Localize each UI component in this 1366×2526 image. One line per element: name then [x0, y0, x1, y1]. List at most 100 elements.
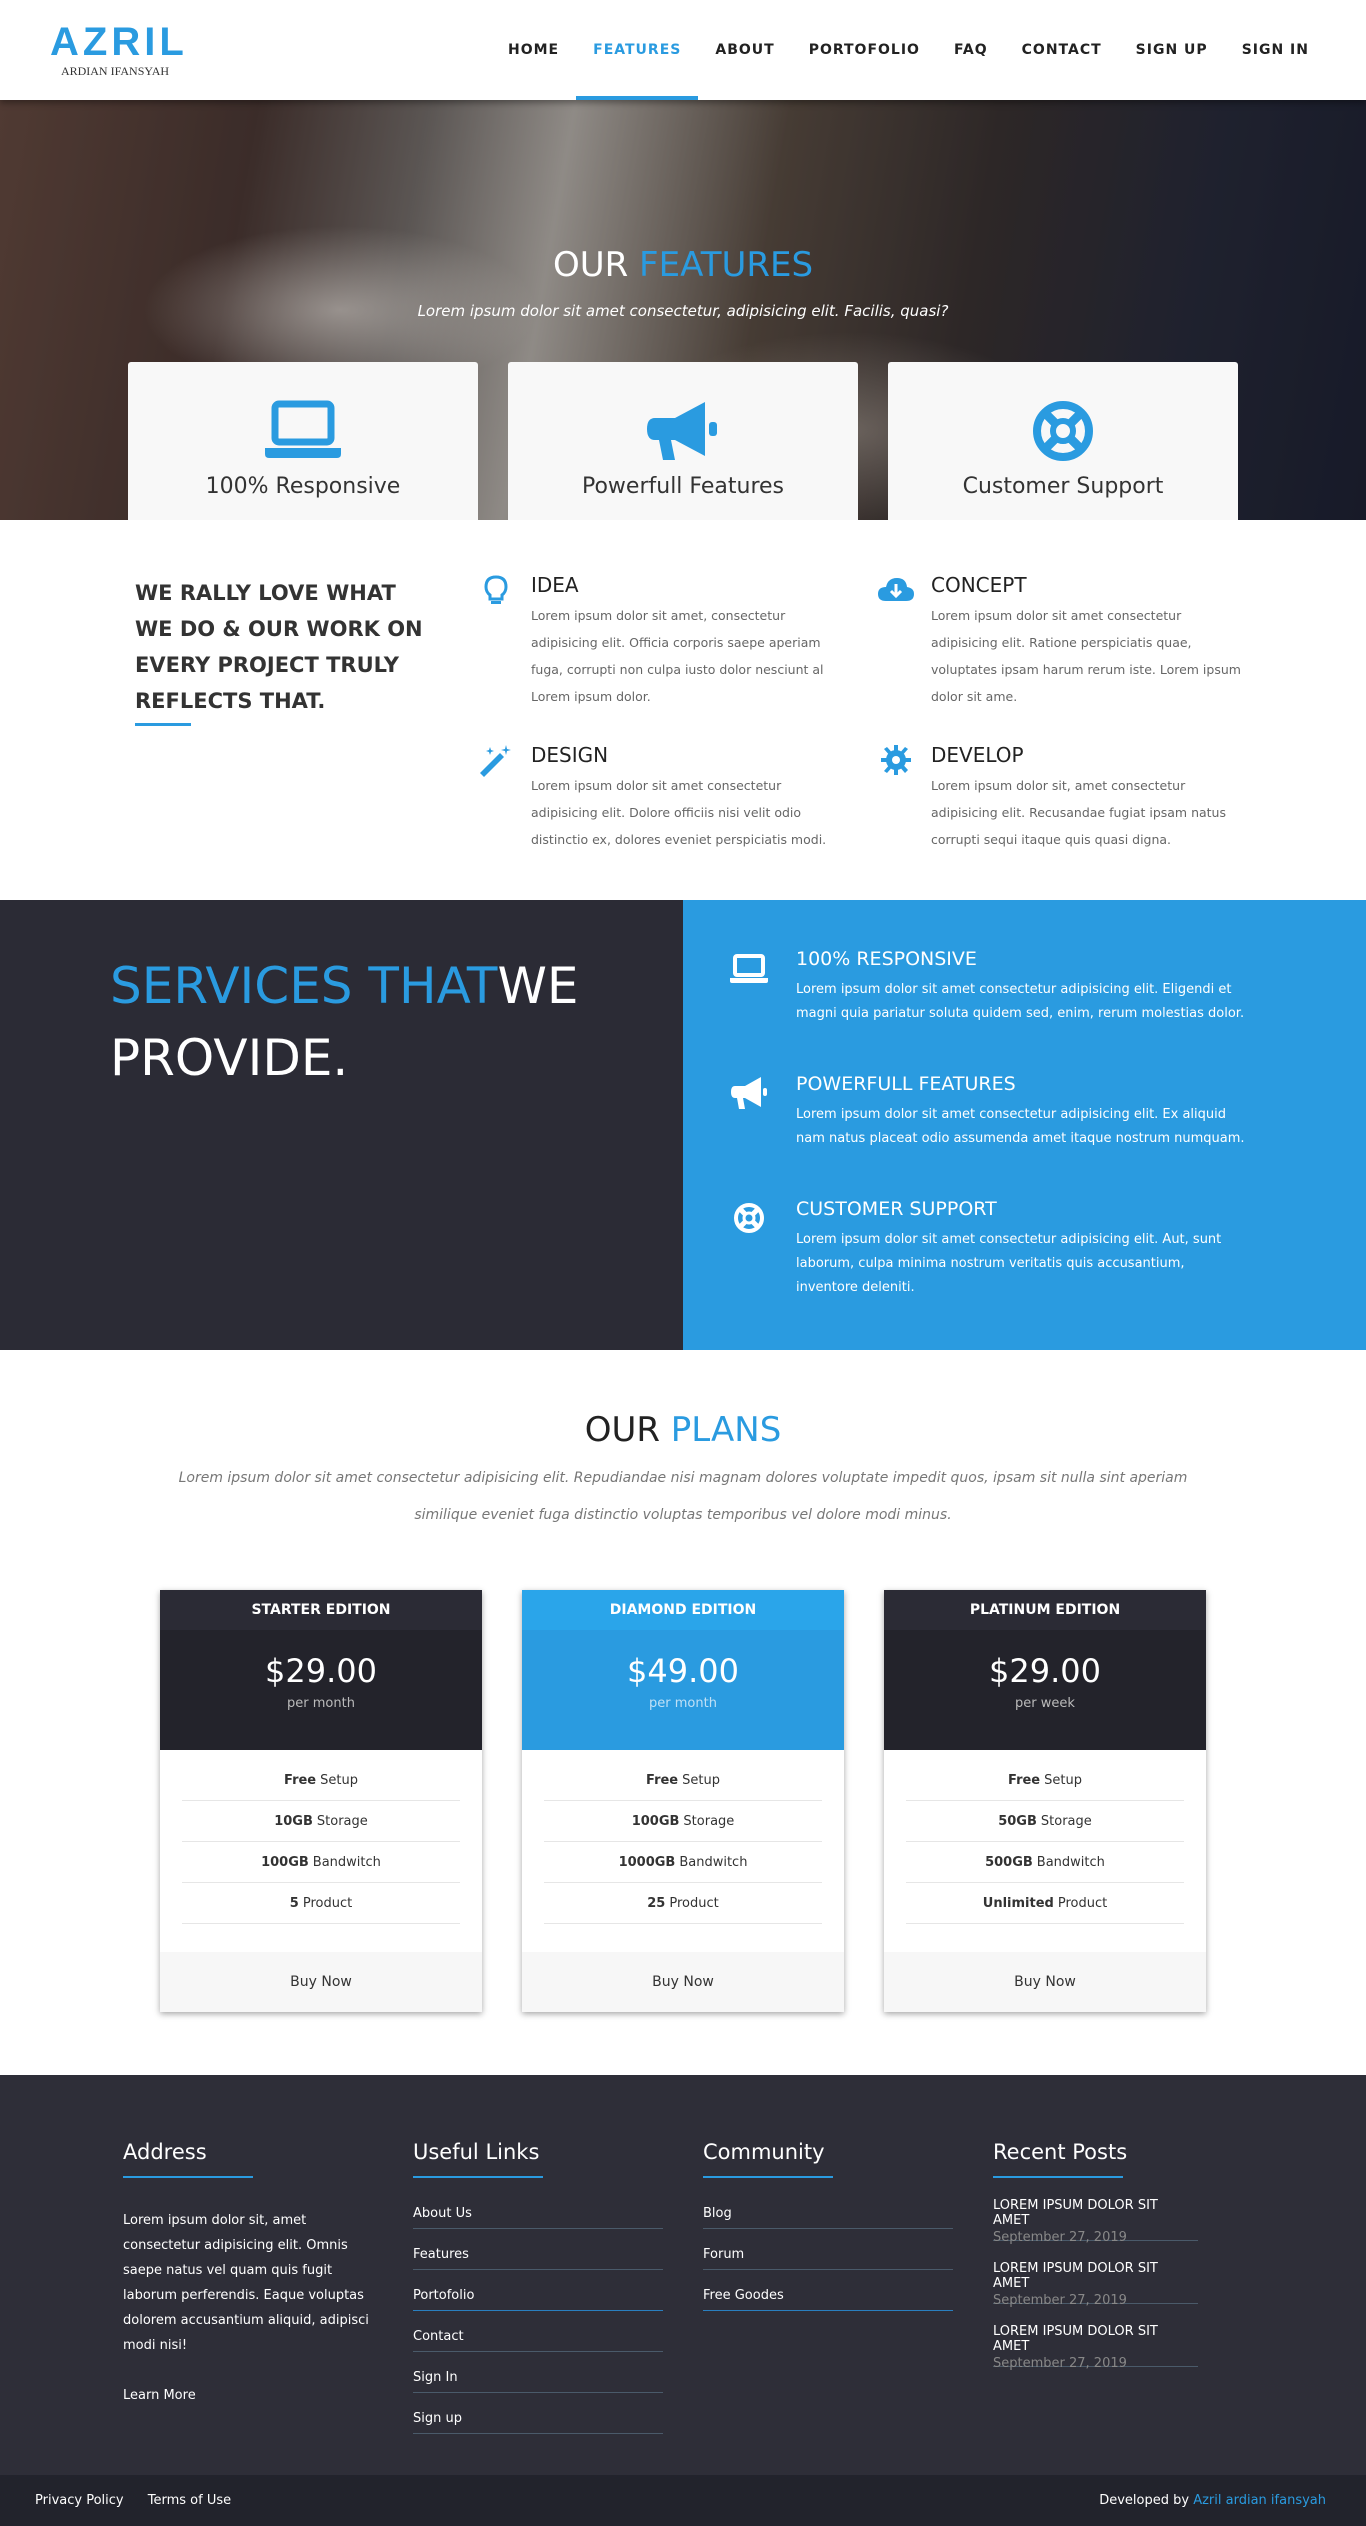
plans-title-prefix: OUR — [584, 1410, 660, 1450]
about-heading-underline — [135, 723, 191, 726]
cloud-download-icon — [878, 578, 914, 601]
buy-now-button[interactable]: Buy Now — [522, 1952, 844, 2012]
about-item-text: Lorem ipsum dolor sit amet consectetur a… — [531, 778, 827, 847]
plan-features: Free Setup 50GB Storage 500GB Bandwitch Unl… — [884, 1750, 1206, 1952]
learn-more-link[interactable]: Learn More — [123, 2388, 373, 2403]
megaphone-icon — [731, 1077, 767, 1109]
plans-section: OUR PLANS Lorem ipsum dolor sit amet con… — [0, 1350, 1366, 2075]
developer-link[interactable]: Azril ardian ifansyah — [1193, 2493, 1326, 2508]
plan-feature: 25 Product — [544, 1883, 822, 1924]
plan-feature-value: 50GB — [998, 1813, 1037, 1829]
nav-sign-up[interactable]: SIGN UP — [1119, 0, 1225, 100]
plan-cards: STARTER EDITION $29.00 per month Free Set… — [160, 1590, 1206, 2012]
footer-recent-posts: Recent Posts LOREM IPSUM DOLOR SIT AMET … — [993, 2140, 1243, 2371]
about-item-title: DEVELOP — [931, 743, 1024, 767]
footer-address-text: Lorem ipsum dolor sit, amet consectetur … — [123, 2213, 369, 2353]
nav-about[interactable]: ABOUT — [698, 0, 791, 100]
footer-address: Address Lorem ipsum dolor sit, amet cons… — [123, 2140, 373, 2403]
nav-features[interactable]: FEATURES — [576, 0, 699, 100]
plan-feature: 500GB Bandwitch — [906, 1842, 1184, 1883]
footer-heading-underline — [413, 2176, 543, 2178]
service-item-text: Lorem ipsum dolor sit amet consectetur a… — [796, 1232, 1222, 1295]
buy-now-button[interactable]: Buy Now — [884, 1952, 1206, 2012]
about-heading: WE RALLY LOVE WHAT WE DO & OUR WORK ON E… — [135, 581, 423, 713]
feature-card-responsive: 100% Responsive — [128, 362, 478, 520]
brand-logo[interactable]: AZRIL ARDIAN IFANSYAH — [50, 20, 188, 79]
service-item-support: CUSTOMER SUPPORT Lorem ipsum dolor sit a… — [728, 1198, 1248, 1300]
footer-link-sign-in[interactable]: Sign In — [413, 2352, 663, 2393]
recent-post-date: September 27, 2019 — [993, 2356, 1127, 2371]
plan-feature: Free Setup — [906, 1760, 1184, 1801]
recent-post[interactable]: LOREM IPSUM DOLOR SIT AMET September 27,… — [993, 2241, 1198, 2308]
about-item-text: Lorem ipsum dolor sit amet consectetur a… — [931, 608, 1241, 704]
recent-post[interactable]: LOREM IPSUM DOLOR SIT AMET September 27,… — [993, 2304, 1198, 2371]
features-title: OUR FEATURES — [0, 245, 1366, 285]
service-item-text: Lorem ipsum dolor sit amet consectetur a… — [796, 982, 1245, 1021]
plan-feature-value: 500GB — [985, 1854, 1033, 1870]
nav-contact[interactable]: CONTACT — [1005, 0, 1119, 100]
about-item-concept: CONCEPT Lorem ipsum dolor sit amet conse… — [878, 573, 1251, 710]
plan-feature-value: 25 — [647, 1895, 666, 1911]
about-item-idea: IDEA Lorem ipsum dolor sit amet, consect… — [484, 573, 851, 710]
brand-subtitle: ARDIAN IFANSYAH — [60, 64, 170, 78]
plan-feature-label: Setup — [320, 1772, 358, 1788]
nav-portofolio[interactable]: PORTOFOLIO — [792, 0, 937, 100]
service-item-title: POWERFULL FEATURES — [796, 1073, 1016, 1095]
plan-feature-label: Storage — [316, 1813, 368, 1829]
plan-feature-label: Product — [302, 1895, 353, 1911]
footer-heading: Useful Links — [413, 2140, 540, 2164]
plan-feature-label: Storage — [1040, 1813, 1092, 1829]
legal-links: Privacy Policy Terms of Use — [35, 2493, 251, 2508]
service-item-title: CUSTOMER SUPPORT — [796, 1198, 997, 1220]
brand-name: AZRIL — [50, 20, 188, 64]
nav-home[interactable]: HOME — [491, 0, 576, 100]
buy-now-button[interactable]: Buy Now — [160, 1952, 482, 2012]
plan-feature-label: Bandwitch — [1036, 1854, 1105, 1870]
nav-sign-in[interactable]: SIGN IN — [1225, 0, 1326, 100]
plan-price: $29.00 — [265, 1652, 377, 1690]
plan-feature-label: Bandwitch — [312, 1854, 381, 1870]
feature-cards: 100% Responsive Powerfull Features Custo… — [128, 362, 1238, 520]
plan-feature: 1000GB Bandwitch — [544, 1842, 822, 1883]
footer-link-features[interactable]: Features — [413, 2229, 663, 2270]
footer-heading: Address — [123, 2140, 207, 2164]
plan-card-diamond: DIAMOND EDITION $49.00 per month Free Set… — [522, 1590, 844, 2012]
plan-features: Free Setup 100GB Storage 1000GB Bandwitch 2… — [522, 1750, 844, 1952]
plan-feature-label: Product — [1057, 1895, 1108, 1911]
footer-link-blog[interactable]: Blog — [703, 2188, 953, 2229]
plan-card-starter: STARTER EDITION $29.00 per month Free Set… — [160, 1590, 482, 2012]
footer-community: Community Blog Forum Free Goodes — [703, 2140, 953, 2311]
developer-credit-prefix: Developed by — [1099, 2493, 1190, 2508]
plan-price: $49.00 — [627, 1652, 739, 1690]
about-item-design: DESIGN Lorem ipsum dolor sit amet consec… — [480, 743, 851, 853]
footer-link-free-goodes[interactable]: Free Goodes — [703, 2270, 953, 2311]
footer-heading-underline — [703, 2176, 833, 2178]
privacy-policy-link[interactable]: Privacy Policy — [35, 2493, 124, 2508]
laptop-icon — [265, 400, 341, 458]
plan-feature-value: 100GB — [261, 1854, 309, 1870]
feature-card-support: Customer Support — [888, 362, 1238, 520]
footer-link-contact[interactable]: Contact — [413, 2311, 663, 2352]
plan-feature-label: Setup — [1044, 1772, 1082, 1788]
plan-feature-label: Bandwitch — [679, 1854, 748, 1870]
footer-link-about-us[interactable]: About Us — [413, 2188, 663, 2229]
plan-features: Free Setup 10GB Storage 100GB Bandwitch 5 Pr… — [160, 1750, 482, 1952]
plan-feature: 100GB Bandwitch — [182, 1842, 460, 1883]
footer-link-forum[interactable]: Forum — [703, 2229, 953, 2270]
nav-faq[interactable]: FAQ — [937, 0, 1005, 100]
plan-name: STARTER EDITION — [160, 1590, 482, 1630]
about-item-title: DESIGN — [531, 743, 609, 767]
about-item-text: Lorem ipsum dolor sit, amet consectetur … — [931, 778, 1226, 847]
footer-link-sign-up[interactable]: Sign up — [413, 2393, 663, 2434]
services-heading-panel: SERVICES THATWE PROVIDE. — [0, 900, 683, 1350]
plan-name: DIAMOND EDITION — [522, 1590, 844, 1630]
plan-feature: 10GB Storage — [182, 1801, 460, 1842]
recent-post[interactable]: LOREM IPSUM DOLOR SIT AMET September 27,… — [993, 2178, 1198, 2245]
plan-period: per month — [649, 1696, 717, 1711]
footer-link-portofolio[interactable]: Portofolio — [413, 2270, 663, 2311]
plan-feature: 5 Product — [182, 1883, 460, 1924]
plans-title: OUR PLANS — [0, 1410, 1366, 1450]
terms-of-use-link[interactable]: Terms of Use — [148, 2493, 231, 2508]
plan-feature: 100GB Storage — [544, 1801, 822, 1842]
plans-subtitle: Lorem ipsum dolor sit amet consectetur a… — [178, 1470, 1188, 1523]
